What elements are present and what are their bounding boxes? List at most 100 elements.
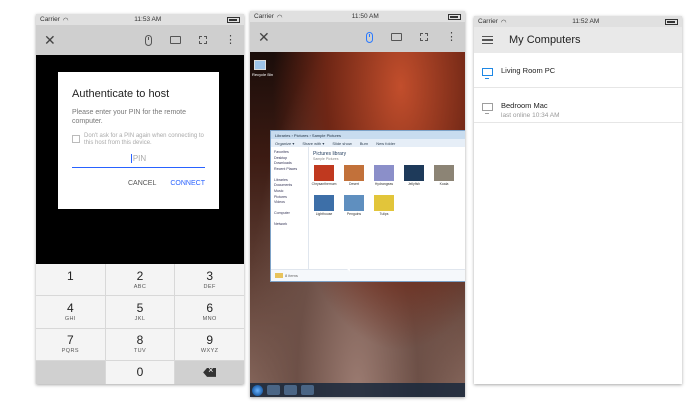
session-toolbar: ✕ ⋮: [36, 25, 244, 55]
toolbar-item[interactable]: New folder: [376, 141, 395, 146]
remote-desktop-screen: Carrier ◠ 11:50 AM ✕ ⋮ Recycle Bin Librar…: [250, 11, 465, 397]
picture-thumbnail[interactable]: Koala: [433, 165, 455, 186]
toolbar-item[interactable]: Share with ▾: [302, 141, 324, 146]
explorer-content: Pictures library Sample Pictures Chrysan…: [309, 147, 465, 269]
auth-dialog: Authenticate to host Please enter your P…: [58, 72, 219, 209]
picture-thumbnail[interactable]: Penguins: [343, 195, 365, 216]
key-letters: TUV: [133, 348, 147, 355]
start-button-icon[interactable]: [252, 384, 263, 396]
taskbar-app-icon[interactable]: [267, 385, 280, 395]
key-letters: ABC: [133, 283, 147, 290]
picture-thumbnail[interactable]: Lighthouse: [313, 195, 335, 216]
picture-thumbnail[interactable]: Jellyfish: [403, 165, 425, 186]
backspace-icon: [203, 367, 217, 377]
picture-thumbnail[interactable]: Hydrangeas: [373, 165, 395, 186]
fullscreen-icon[interactable]: [420, 33, 428, 41]
menu-icon[interactable]: [482, 36, 493, 44]
app-bar: My Computers: [474, 27, 682, 53]
remember-pin-row[interactable]: Don't ask for a PIN again when connectin…: [72, 133, 205, 148]
thumbnail-image: [344, 195, 364, 211]
thumbnail-image: [404, 165, 424, 181]
taskbar-app-icon[interactable]: [284, 385, 297, 395]
clock: 11:53 AM: [134, 16, 162, 23]
key-8[interactable]: 8 TUV: [105, 328, 175, 360]
close-icon[interactable]: ✕: [258, 29, 270, 46]
toolbar-item[interactable]: Organize ▾: [275, 141, 294, 146]
close-icon[interactable]: ✕: [44, 32, 56, 49]
backspace-key[interactable]: [175, 360, 244, 384]
key-0[interactable]: 0: [105, 360, 175, 384]
carrier-label: Carrier: [40, 16, 60, 23]
key-6[interactable]: 6 MNO: [175, 296, 244, 328]
pin-input[interactable]: PIN: [72, 154, 205, 168]
remember-pin-label: Don't ask for a PIN again when connectin…: [84, 132, 204, 147]
explorer-status-bar: 8 items: [271, 269, 465, 281]
thumbnail-image: [374, 195, 394, 211]
host-list-item[interactable]: Living Room PC: [474, 53, 682, 88]
recycle-bin-icon[interactable]: [254, 60, 266, 70]
key-number: 1: [66, 268, 74, 283]
picture-thumbnail[interactable]: Chrysanthemum: [312, 165, 336, 186]
key-number: 6: [206, 300, 213, 315]
thumbnail-caption: Koala: [439, 182, 449, 186]
taskbar-app-icon[interactable]: [301, 385, 314, 395]
explorer-breadcrumb[interactable]: Libraries › Pictures › Sample Pictures: [271, 131, 465, 139]
computer-online-icon: [482, 68, 493, 79]
mouse-icon[interactable]: [366, 31, 373, 43]
thumbnail-caption: Lighthouse: [315, 212, 333, 216]
key-5[interactable]: 5 JKL: [105, 296, 175, 328]
toolbar-item[interactable]: Slide show: [332, 141, 351, 146]
clock: 11:52 AM: [572, 18, 600, 25]
nav-item[interactable]: Network: [274, 222, 305, 228]
key-1[interactable]: 1: [36, 264, 105, 296]
key-7[interactable]: 7 PQRS: [36, 328, 105, 360]
status-bar: Carrier ◠ 11:50 AM: [250, 11, 465, 22]
thumbnail-caption: Hydrangeas: [374, 182, 394, 186]
thumbnail-grid: Chrysanthemum Desert Hydrangeas Jellyfish Ko…: [312, 165, 461, 216]
picture-thumbnail[interactable]: Desert: [343, 165, 365, 186]
host-last-online: last online 10:34 AM: [501, 112, 560, 119]
dialog-prompt: Please enter your PIN for the remote com…: [72, 109, 186, 125]
clock: 11:50 AM: [351, 13, 379, 20]
thumbnail-image: [344, 165, 364, 181]
fullscreen-icon[interactable]: [199, 36, 207, 44]
key-number: 3: [206, 268, 213, 283]
page-title: My Computers: [509, 34, 581, 46]
cancel-button[interactable]: CANCEL: [128, 180, 156, 187]
thumbnail-image: [314, 165, 334, 181]
keyboard-icon[interactable]: [170, 36, 181, 44]
key-letters: PQRS: [61, 348, 79, 355]
key-number: 4: [66, 300, 74, 315]
key-number: 8: [136, 333, 144, 348]
mouse-icon[interactable]: [145, 34, 152, 46]
more-vert-icon[interactable]: ⋮: [446, 31, 457, 43]
toolbar-item[interactable]: Burn: [360, 141, 368, 146]
remote-desktop-view[interactable]: Recycle Bin Libraries › Pictures › Sampl…: [250, 52, 465, 397]
connect-button[interactable]: CONNECT: [170, 180, 205, 187]
key-letters: MNO: [202, 315, 217, 322]
key-4[interactable]: 4 GHI: [36, 296, 105, 328]
wifi-icon: ◠: [500, 18, 507, 26]
battery-icon: [665, 18, 678, 25]
key-9[interactable]: 9 WXYZ: [175, 328, 244, 360]
battery-icon: [227, 16, 240, 23]
host-list-item[interactable]: Bedroom Mac last online 10:34 AM: [474, 88, 682, 123]
explorer-nav-pane: Favorites Desktop Downloads Recent Place…: [271, 147, 309, 269]
key-3[interactable]: 3 DEF: [175, 264, 244, 296]
desktop-icon-label: Recycle Bin: [252, 72, 274, 77]
thumbnail-caption: Jellyfish: [407, 182, 421, 186]
explorer-toolbar: Organize ▾ Share with ▾ Slide show Burn …: [271, 139, 465, 147]
dialog-title: Authenticate to host: [72, 88, 170, 100]
host-name: Bedroom Mac: [501, 101, 548, 110]
key-letters: DEF: [203, 283, 216, 290]
windows-taskbar: [250, 383, 465, 397]
key-number: 2: [136, 268, 144, 283]
remember-pin-checkbox[interactable]: [72, 134, 80, 143]
explorer-window[interactable]: Libraries › Pictures › Sample Pictures O…: [270, 130, 465, 282]
keyboard-icon[interactable]: [391, 33, 402, 41]
key-number: 0: [136, 365, 144, 380]
more-vert-icon[interactable]: ⋮: [225, 34, 236, 46]
key-2[interactable]: 2 ABC: [105, 264, 175, 296]
key-number: 7: [66, 333, 74, 348]
picture-thumbnail[interactable]: Tulips: [373, 195, 395, 216]
